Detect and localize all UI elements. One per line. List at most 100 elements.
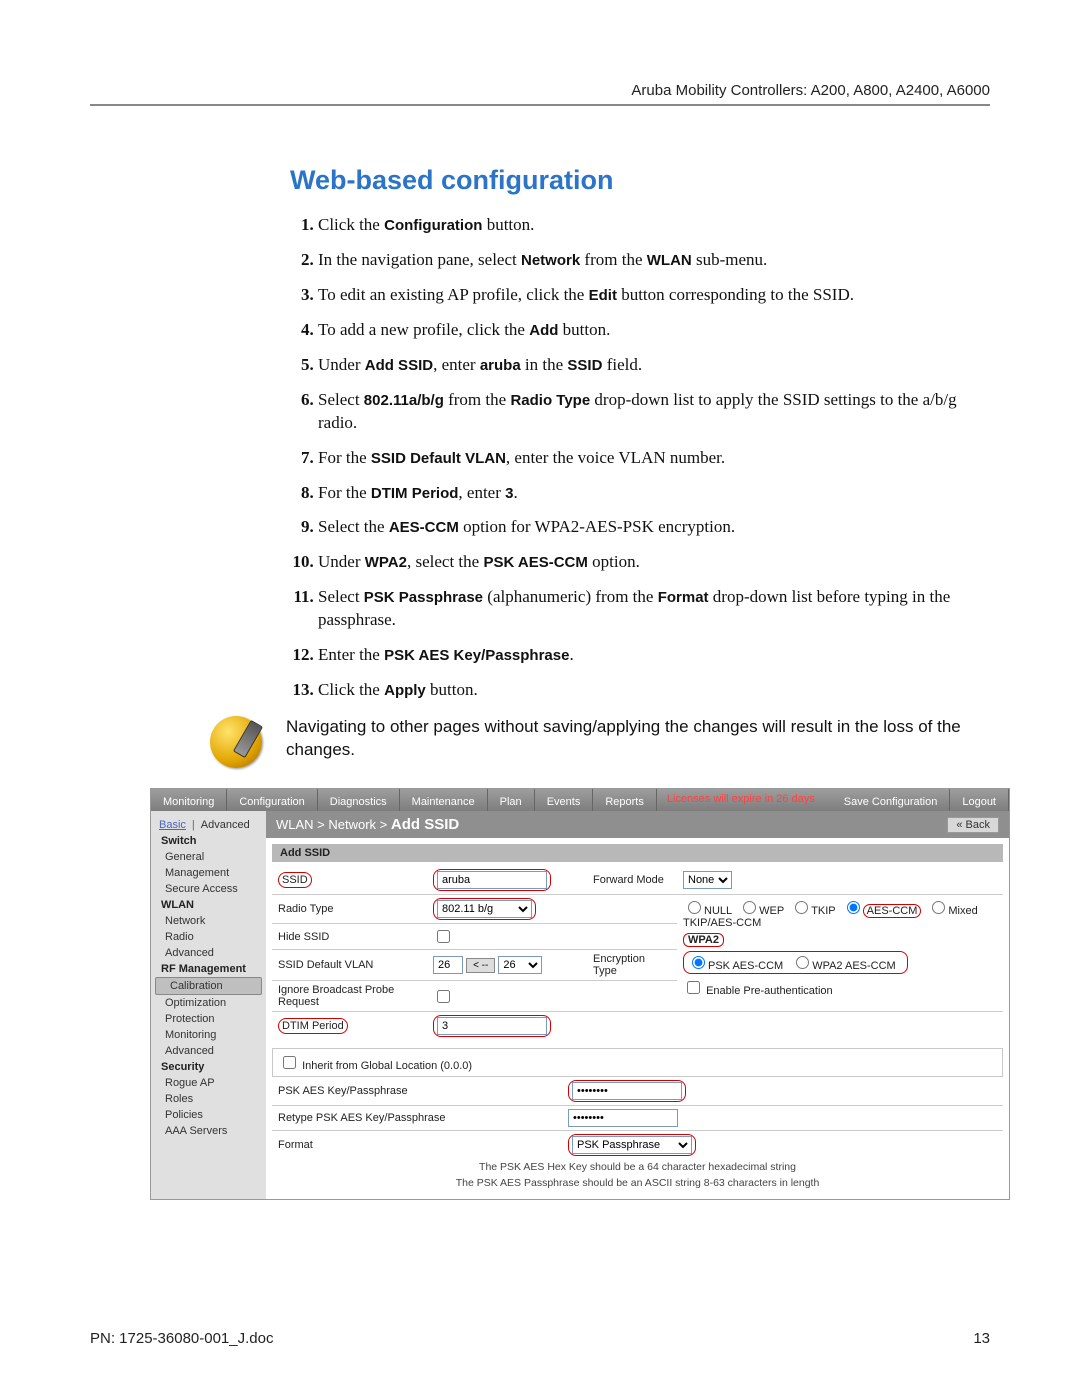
top-tab[interactable]: Reports	[593, 789, 657, 811]
psk-label: PSK AES Key/Passphrase	[272, 1077, 562, 1106]
top-tab[interactable]: Diagnostics	[318, 789, 400, 811]
inherit-checkbox[interactable]	[283, 1056, 296, 1069]
nav-item[interactable]: General	[151, 849, 266, 865]
top-tab[interactable]: Maintenance	[400, 789, 488, 811]
inherit-row: Inherit from Global Location (0.0.0)	[272, 1048, 1003, 1077]
ssid-input-wrap	[433, 869, 551, 891]
preauth-row: Enable Pre-authentication	[683, 978, 997, 997]
nav-item[interactable]: Secure Access	[151, 881, 266, 897]
panel-heading: Add SSID	[272, 844, 1003, 862]
footer-left: PN: 1725-36080-001_J.doc	[90, 1330, 273, 1347]
top-tab-right[interactable]: Save Configuration	[832, 789, 951, 811]
top-tab-right[interactable]: Logout	[950, 789, 1009, 811]
encryption-option[interactable]: TKIP	[790, 905, 835, 917]
nav-item[interactable]: Radio	[151, 929, 266, 945]
wpa2-label: WPA2	[683, 933, 724, 947]
hint-1: The PSK AES Hex Key should be a 64 chara…	[272, 1159, 1003, 1175]
breadcrumb-bar: WLAN > Network > Add SSID « Back	[266, 811, 1009, 838]
forward-mode-select[interactable]: None	[683, 871, 732, 889]
note-text: Navigating to other pages without saving…	[286, 716, 970, 762]
top-tab[interactable]: Events	[535, 789, 594, 811]
nav-item[interactable]: Monitoring	[151, 1027, 266, 1043]
nav-item[interactable]: Optimization	[151, 995, 266, 1011]
step-list: Click the Configuration button. In the na…	[290, 214, 970, 702]
breadcrumb-prefix: WLAN > Network >	[276, 817, 391, 832]
note-icon	[210, 716, 262, 768]
back-button[interactable]: « Back	[947, 817, 999, 833]
top-tab[interactable]: Configuration	[227, 789, 317, 811]
wpa2-options-wrap: PSK AES-CCM WPA2 AES-CCM	[683, 951, 908, 974]
encryption-option[interactable]: WEP	[738, 905, 784, 917]
breadcrumb-bold: Add SSID	[391, 816, 459, 833]
screenshot-main: WLAN > Network > Add SSID « Back Add SSI…	[266, 811, 1009, 1199]
step-item: Select 802.11a/b/g from the Radio Type d…	[318, 389, 970, 435]
step-item: Click the Configuration button.	[318, 214, 970, 237]
nav-item[interactable]: Management	[151, 865, 266, 881]
dtim-label: DTIM Period	[278, 1018, 348, 1034]
nav-item[interactable]: Roles	[151, 1091, 266, 1107]
nav-item[interactable]: Protection	[151, 1011, 266, 1027]
nav-item[interactable]: Advanced	[151, 1043, 266, 1059]
step-item: Under WPA2, select the PSK AES-CCM optio…	[318, 551, 970, 574]
preauth-label: Enable Pre-authentication	[706, 985, 833, 997]
note-block: Navigating to other pages without saving…	[210, 716, 970, 768]
ssid-label: SSID	[278, 872, 312, 888]
step-item: Under Add SSID, enter aruba in the SSID …	[318, 354, 970, 377]
encryption-option[interactable]: AES-CCM	[842, 905, 922, 917]
nav-heading: RF Management	[151, 961, 266, 977]
wpa2-option[interactable]: PSK AES-CCM	[687, 960, 783, 972]
running-head: Aruba Mobility Controllers: A200, A800, …	[631, 82, 990, 99]
nav-advanced-link[interactable]: Advanced	[201, 819, 250, 831]
preauth-checkbox[interactable]	[687, 981, 700, 994]
psk-input-wrap	[568, 1080, 686, 1102]
retype-psk-input[interactable]	[568, 1109, 678, 1127]
radio-type-wrap: 802.11 b/g	[433, 898, 536, 920]
inherit-label: Inherit from Global Location (0.0.0)	[302, 1060, 472, 1072]
step-item: For the SSID Default VLAN, enter the voi…	[318, 447, 970, 470]
radio-type-label: Radio Type	[272, 895, 427, 924]
screenshot-body: Basic|AdvancedSwitchGeneralManagementSec…	[151, 811, 1009, 1199]
nav-item[interactable]: Network	[151, 913, 266, 929]
dtim-input[interactable]	[437, 1017, 547, 1035]
footer-page-number: 13	[973, 1330, 990, 1347]
vlan-mid-button[interactable]: < --	[466, 958, 495, 973]
wpa2-option[interactable]: WPA2 AES-CCM	[791, 960, 896, 972]
step-item: Select the AES-CCM option for WPA2-AES-P…	[318, 516, 970, 539]
screenshot-topbar: MonitoringConfigurationDiagnosticsMainte…	[151, 789, 1009, 811]
nav-item[interactable]: Rogue AP	[151, 1075, 266, 1091]
body-content: Web-based configuration Click the Config…	[290, 165, 970, 1200]
format-select[interactable]: PSK Passphrase	[572, 1136, 692, 1154]
step-item: Select PSK Passphrase (alphanumeric) fro…	[318, 586, 970, 632]
hide-ssid-label: Hide SSID	[272, 924, 427, 950]
forward-mode-label: Forward Mode	[587, 866, 677, 895]
nav-item[interactable]: Policies	[151, 1107, 266, 1123]
retype-psk-label: Retype PSK AES Key/Passphrase	[272, 1106, 562, 1131]
psk-input[interactable]	[572, 1082, 682, 1100]
step-item: To add a new profile, click the Add butt…	[318, 319, 970, 342]
encryption-option[interactable]: NULL	[683, 905, 732, 917]
hint-2: The PSK AES Passphrase should be an ASCI…	[272, 1175, 1003, 1191]
nav-item[interactable]: Calibration	[155, 977, 262, 995]
nav-item[interactable]: Advanced	[151, 945, 266, 961]
format-select-wrap: PSK Passphrase	[568, 1134, 696, 1156]
form-area: SSID Forward Mode None Radio Type 802.11…	[266, 862, 1009, 1199]
section-heading: Web-based configuration	[290, 165, 970, 196]
step-item: To edit an existing AP profile, click th…	[318, 284, 970, 307]
top-tab[interactable]: Monitoring	[151, 789, 227, 811]
ssid-input[interactable]	[437, 871, 547, 889]
vlan-select-b[interactable]: 26	[498, 956, 542, 974]
top-tab[interactable]: Plan	[488, 789, 535, 811]
vlan-input-a[interactable]	[433, 956, 463, 974]
hide-ssid-checkbox[interactable]	[437, 930, 450, 943]
step-item: Click the Apply button.	[318, 679, 970, 702]
radio-type-select[interactable]: 802.11 b/g	[437, 900, 532, 918]
step-item: In the navigation pane, select Network f…	[318, 249, 970, 272]
form-grid: SSID Forward Mode None Radio Type 802.11…	[272, 866, 1003, 1040]
ignore-bpr-checkbox[interactable]	[437, 990, 450, 1003]
encryption-options: NULLWEPTKIPAES-CCMMixed TKIP/AES-CCM	[683, 898, 997, 929]
page-footer: PN: 1725-36080-001_J.doc 13	[90, 1330, 990, 1347]
nav-basic-link[interactable]: Basic	[159, 819, 186, 831]
nav-item[interactable]: AAA Servers	[151, 1123, 266, 1139]
license-warning: Licenses will expire in 26 days	[657, 789, 825, 811]
header-rule	[90, 104, 990, 106]
